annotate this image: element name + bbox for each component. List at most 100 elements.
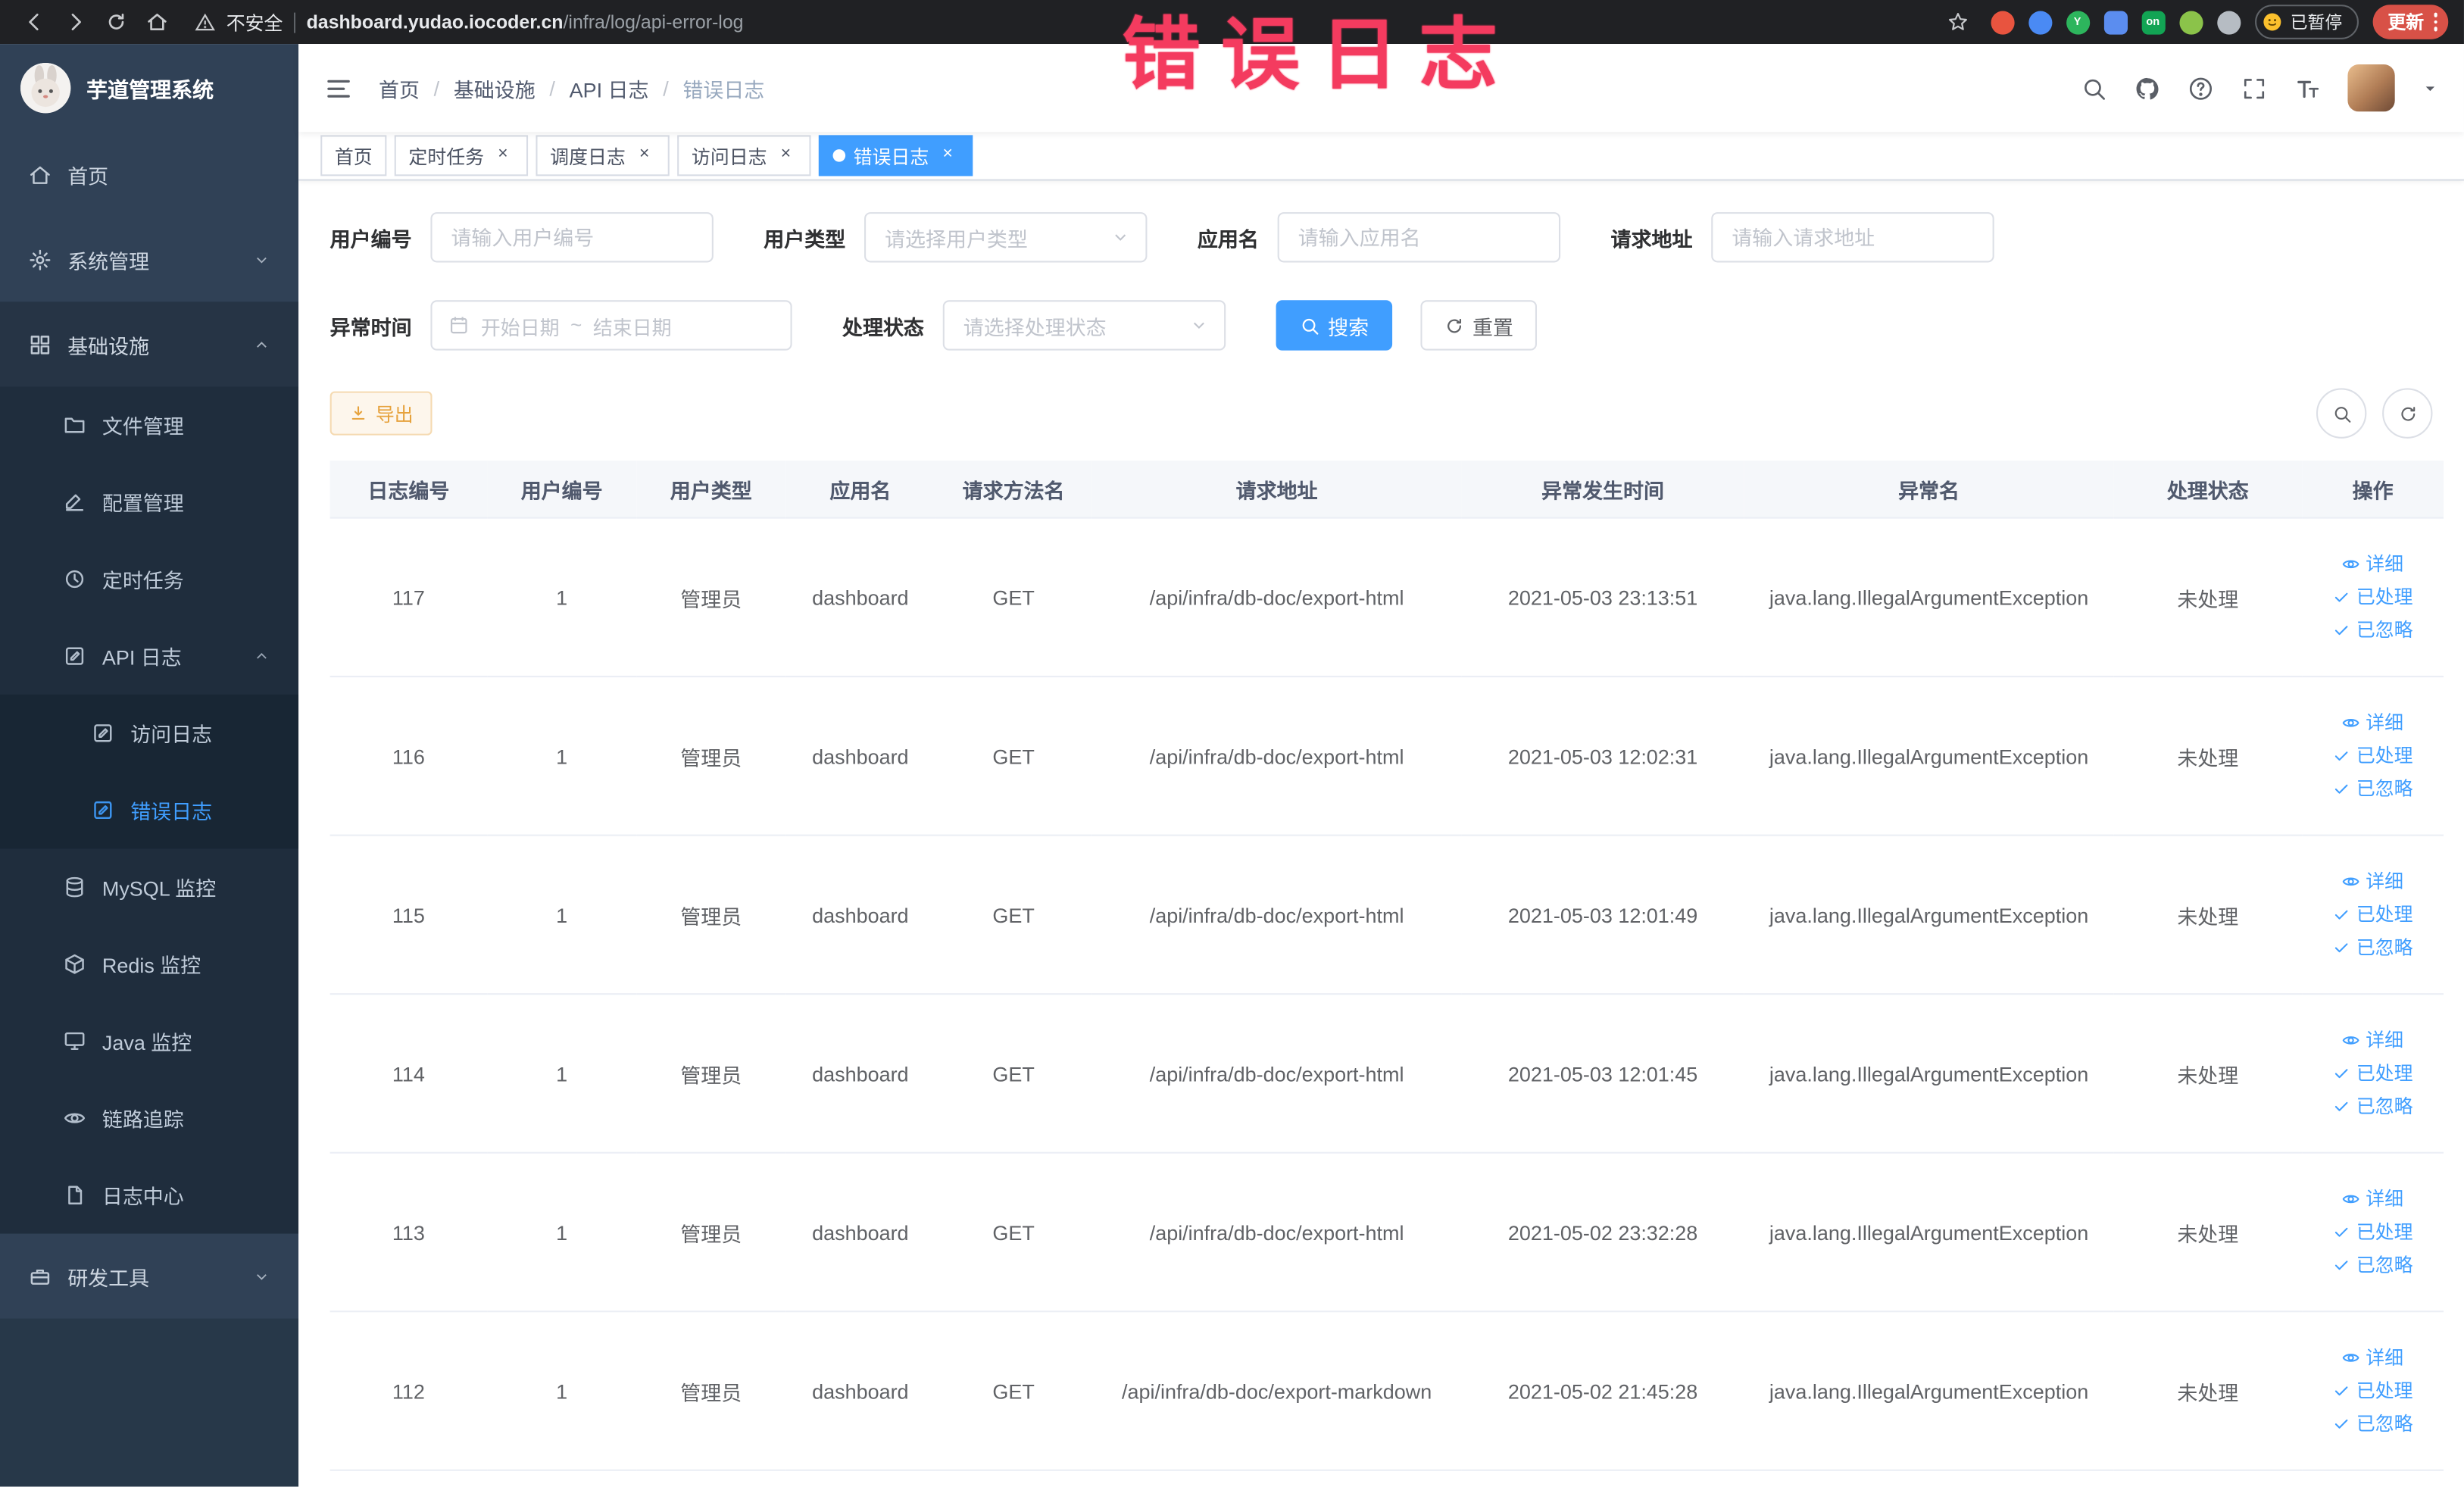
edit-icon <box>65 494 84 511</box>
sidebar-item-log-center[interactable]: 日志中心 <box>0 1157 298 1234</box>
cell-process-status: 未处理 <box>2113 1311 2303 1471</box>
mark-ignored-link[interactable]: 已忽略 <box>2333 1411 2413 1436</box>
cell-user-id: 1 <box>487 994 637 1154</box>
cell-method: GET <box>935 994 1092 1154</box>
reload-button[interactable] <box>98 3 136 41</box>
mark-processed-link[interactable]: 已处理 <box>2333 1061 2413 1086</box>
search-button[interactable]: 搜索 <box>1276 300 1393 351</box>
extension-leaf-icon[interactable] <box>2178 10 2203 34</box>
export-button[interactable]: 导出 <box>329 391 433 436</box>
date-range-picker[interactable]: 开始日期 ~ 结束日期 <box>430 300 792 351</box>
sidebar-item-home[interactable]: 首页 <box>0 132 298 217</box>
tab-tag[interactable]: 错误日志 × <box>818 135 973 177</box>
extension-blue-drop-icon[interactable] <box>2028 10 2052 34</box>
detail-link[interactable]: 详细 <box>2342 1186 2403 1211</box>
paused-badge[interactable]: 已暂停 <box>2254 5 2358 39</box>
help-icon[interactable] <box>2188 75 2214 102</box>
fullscreen-icon[interactable] <box>2241 75 2267 102</box>
mark-processed-link[interactable]: 已处理 <box>2333 1378 2413 1403</box>
avatar[interactable] <box>2347 64 2395 112</box>
cell-exception-name: java.lang.IllegalArgumentException <box>1744 517 2114 678</box>
caret-down-icon[interactable] <box>2422 80 2439 97</box>
sidebar-item-label: MySQL 监控 <box>101 876 217 901</box>
mark-processed-link[interactable]: 已处理 <box>2333 1220 2413 1245</box>
detail-link[interactable]: 详细 <box>2342 551 2403 576</box>
mark-processed-link[interactable]: 已处理 <box>2333 902 2413 927</box>
sidebar-item-error-log[interactable]: 错误日志 <box>0 771 299 849</box>
extension-paw-icon[interactable] <box>2216 10 2241 34</box>
detail-link[interactable]: 详细 <box>2342 869 2403 894</box>
sidebar-item-system-mgmt[interactable]: 系统管理 <box>0 217 298 301</box>
sidebar-item-trace[interactable]: 链路追踪 <box>0 1079 298 1157</box>
menu-kebab-icon[interactable] <box>2433 13 2437 31</box>
active-dot-icon <box>832 149 846 162</box>
smiley-icon <box>2263 13 2281 31</box>
chevron-up-icon <box>257 652 267 659</box>
forward-button[interactable] <box>57 3 95 41</box>
sidebar-item-scheduled-jobs[interactable]: 定时任务 <box>0 541 298 618</box>
font-size-icon[interactable] <box>2294 75 2321 102</box>
mark-ignored-link[interactable]: 已忽略 <box>2333 776 2413 801</box>
request-url-input[interactable] <box>1711 212 1994 263</box>
home-icon <box>30 165 50 183</box>
column-header: 日志编号 <box>329 460 488 519</box>
sidebar-item-redis-monitor[interactable]: Redis 监控 <box>0 926 298 1003</box>
extension-blue-grid-icon[interactable] <box>2103 10 2127 34</box>
back-button[interactable] <box>16 3 54 41</box>
sidebar-item-infrastructure[interactable]: 基础设施 <box>0 301 299 387</box>
github-icon[interactable] <box>2134 75 2160 102</box>
extension-green-circle-icon[interactable]: Y <box>2066 10 2090 34</box>
home-button[interactable] <box>139 3 176 41</box>
sidebar-item-dev-tools[interactable]: 研发工具 <box>0 1234 298 1319</box>
cell-request-url: /api/infra/db-doc/export-markdown <box>1091 1311 1462 1471</box>
user-type-select[interactable]: 请选择用户类型 <box>864 212 1148 263</box>
sidebar-toggle[interactable] <box>323 73 353 102</box>
sidebar-item-java-monitor[interactable]: Java 监控 <box>0 1003 298 1080</box>
breadcrumb-item[interactable]: 基础设施 <box>454 73 536 102</box>
close-icon[interactable]: × <box>775 145 797 167</box>
check-icon <box>2335 1386 2349 1396</box>
check-icon <box>2335 943 2349 953</box>
table-row: 113 1 管理员 dashboard GET /api/infra/db-do… <box>329 1152 2444 1313</box>
mark-processed-link[interactable]: 已处理 <box>2333 585 2413 610</box>
close-icon[interactable]: × <box>937 145 959 167</box>
extension-on-badge-icon[interactable]: on <box>2141 10 2165 34</box>
mark-ignored-link[interactable]: 已忽略 <box>2333 1094 2413 1119</box>
tab-tag[interactable]: 调度日志 × <box>536 135 670 177</box>
breadcrumb-item[interactable]: API 日志 <box>570 73 649 102</box>
extension-red-circle-icon[interactable] <box>1990 10 2014 34</box>
mark-ignored-link[interactable]: 已忽略 <box>2333 1252 2413 1277</box>
bookmark-star-icon[interactable] <box>1938 3 1976 41</box>
mark-processed-link[interactable]: 已处理 <box>2333 743 2413 768</box>
mark-ignored-link[interactable]: 已忽略 <box>2333 617 2413 642</box>
detail-link[interactable]: 详细 <box>2342 1028 2403 1053</box>
cell-actions: 详细 已处理 已忽略 <box>2302 676 2444 836</box>
tab-tag[interactable]: 首页 <box>320 135 387 177</box>
search-toggle-button[interactable] <box>2316 388 2367 439</box>
refresh-table-button[interactable] <box>2382 388 2433 439</box>
sidebar-item-api-log[interactable]: API 日志 <box>0 617 298 695</box>
date-separator: ~ <box>570 314 582 336</box>
user-id-input[interactable] <box>430 212 714 263</box>
reset-button[interactable]: 重置 <box>1420 300 1538 351</box>
update-button[interactable]: 更新 <box>2372 5 2449 39</box>
tab-tag[interactable]: 访问日志 × <box>677 135 811 177</box>
search-icon[interactable] <box>2081 75 2107 102</box>
close-icon[interactable]: × <box>492 145 514 167</box>
tab-tag[interactable]: 定时任务 × <box>394 135 529 177</box>
column-header: 异常发生时间 <box>1461 460 1744 519</box>
breadcrumb-item[interactable]: 首页 <box>379 73 420 102</box>
sidebar-item-file-mgmt[interactable]: 文件管理 <box>0 386 298 464</box>
detail-link[interactable]: 详细 <box>2342 711 2403 736</box>
app-name-input[interactable] <box>1277 212 1561 263</box>
app-logo[interactable]: 芋道管理系统 <box>0 44 298 132</box>
address-bar[interactable]: 不安全 dashboard.yudao.iocoder.cn/infra/log… <box>195 8 744 35</box>
sidebar-item-access-log[interactable]: 访问日志 <box>0 694 299 772</box>
process-status-select[interactable]: 请选择处理状态 <box>942 300 1226 351</box>
mark-ignored-link[interactable]: 已忽略 <box>2333 935 2413 960</box>
sidebar-item-mysql-monitor[interactable]: MySQL 监控 <box>0 848 298 926</box>
close-icon[interactable]: × <box>633 145 655 167</box>
sidebar-item-config-mgmt[interactable]: 配置管理 <box>0 464 298 541</box>
eye-icon <box>2343 1036 2360 1045</box>
detail-link[interactable]: 详细 <box>2342 1345 2403 1370</box>
